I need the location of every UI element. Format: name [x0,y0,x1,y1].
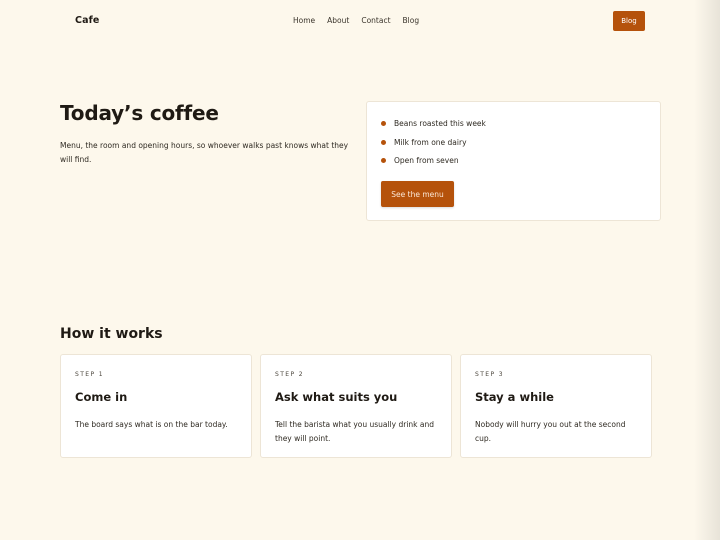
feature-label: Beans roasted this week [394,119,486,128]
dot-icon [381,121,386,126]
feature-label: Milk from one dairy [394,137,467,147]
step-kicker: STEP 3 [475,371,505,378]
feature-item: Open from seven [381,156,486,175]
step-title: Stay a while [475,390,554,404]
step-title: Come in [75,390,128,404]
scroll-edge-shade [694,0,720,540]
step-card: STEP 3 Stay a while Nobody will hurry yo… [460,354,652,458]
see-menu-button[interactable]: See the menu [381,181,454,207]
step-text: The board says what is on the bar today. [75,420,228,429]
hero-description: Menu, the room and opening hours, so who… [60,141,349,164]
feature-item: Milk from one dairy [381,138,486,157]
header-blog-button[interactable]: Blog [613,11,645,31]
dot-icon [381,139,386,145]
hero-title: Today’s coffee [60,101,219,125]
feature-label: Open from seven [394,156,459,165]
page: Cafe Home About Contact Blog Blog Today’… [0,0,720,540]
dot-icon [381,158,386,163]
section-title: How it works [60,326,163,342]
step-card: STEP 2 Ask what suits you Tell the baris… [260,354,452,458]
nav-link-home[interactable]: Home [293,16,315,25]
step-text: Nobody will hurry you out at the second … [475,420,626,443]
nav-link-about[interactable]: About [327,16,349,25]
step-kicker: STEP 2 [275,371,305,378]
step-card: STEP 1 Come in The board says what is on… [60,354,252,458]
hero-card: Beans roasted this week Milk from one da… [366,101,661,221]
step-text: Tell the barista what you usually drink … [275,420,435,443]
step-kicker: STEP 1 [75,371,105,378]
nav-link-contact[interactable]: Contact [361,16,390,25]
site-header: Cafe Home About Contact Blog Blog [0,0,720,42]
step-title: Ask what suits you [275,390,398,404]
feature-list: Beans roasted this week Milk from one da… [381,119,486,175]
brand-logo[interactable]: Cafe [75,15,99,26]
main-nav: Home About Contact Blog [293,16,419,25]
feature-item: Beans roasted this week [381,119,486,138]
nav-link-blog[interactable]: Blog [403,16,420,25]
steps-grid: STEP 1 Come in The board says what is on… [60,354,652,458]
